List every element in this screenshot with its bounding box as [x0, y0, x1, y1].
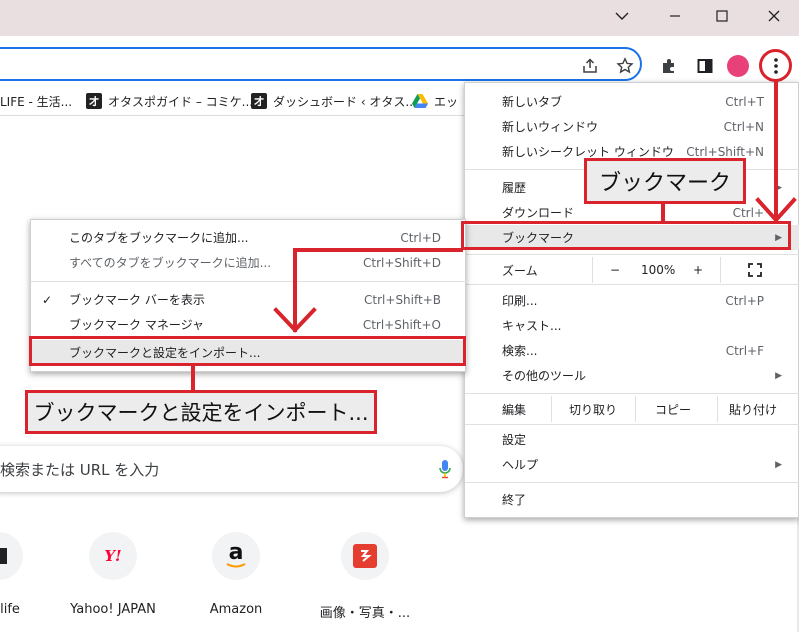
- annotation-arrows: [191, 80, 797, 392]
